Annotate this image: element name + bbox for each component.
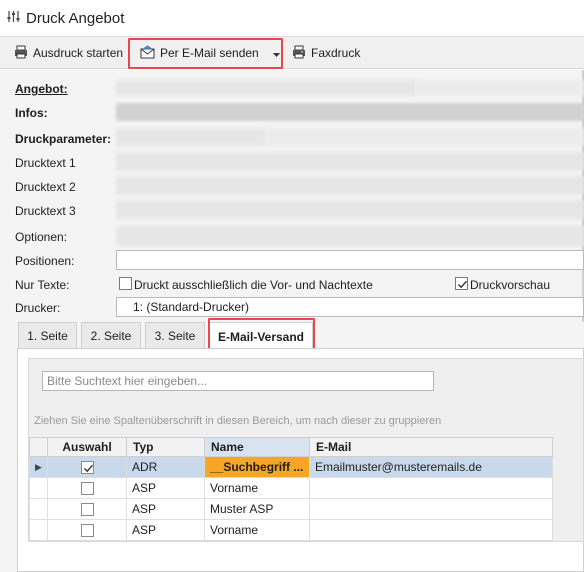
druckparameter-label: Druckparameter: (15, 132, 112, 146)
column-header-typ[interactable]: Typ (126, 437, 205, 457)
recipient-grid: Auswahl Typ Name E-Mail ▶ ADR __Suchbegr… (29, 437, 553, 541)
drucktext1-value-redacted[interactable] (116, 152, 584, 171)
tab-seite-2[interactable]: 2. Seite (81, 322, 141, 349)
sliders-icon (7, 10, 20, 26)
column-header-name[interactable]: Name (204, 437, 310, 457)
column-header-auswahl[interactable]: Auswahl (47, 437, 127, 457)
infos-label: Infos: (15, 106, 48, 120)
row-indicator (29, 519, 48, 541)
optionen-value-redacted[interactable] (116, 226, 584, 246)
nur-texte-checkbox-label: Druckt ausschließlich die Vor- und Nacht… (134, 278, 373, 292)
name-cell[interactable]: Muster ASP (204, 498, 310, 520)
fax-icon (292, 45, 306, 62)
drucktext3-label: Drucktext 3 (15, 204, 76, 218)
table-row[interactable]: ASP Muster ASP (29, 498, 553, 520)
infos-value-redacted (116, 103, 584, 121)
checkmark-icon (83, 464, 93, 473)
toolbar: Ausdruck starten Per E-Mail senden Faxdr… (0, 37, 584, 69)
auswahl-checkbox[interactable] (80, 482, 94, 496)
fax-print-label: Faxdruck (311, 46, 361, 60)
email-cell[interactable] (309, 477, 553, 499)
typ-cell[interactable]: ASP (126, 519, 205, 541)
email-tab-highlight (208, 318, 315, 351)
group-panel-hint[interactable]: Ziehen Sie eine Spaltenüberschrift in di… (34, 415, 441, 427)
email-button-highlight (128, 38, 283, 69)
tab-seite-1[interactable]: 1. Seite (18, 322, 77, 349)
print-start-button[interactable]: Ausdruck starten (14, 37, 123, 69)
auswahl-checkbox[interactable] (80, 503, 94, 517)
window-title: Druck Angebot (26, 9, 125, 27)
auswahl-cell[interactable] (47, 498, 127, 520)
email-cell[interactable] (309, 519, 553, 541)
column-header-email[interactable]: E-Mail (309, 437, 553, 457)
auswahl-cell[interactable] (47, 519, 127, 541)
angebot-value-redacted (116, 80, 416, 96)
nur-texte-label: Nur Texte: (15, 278, 70, 292)
printer-icon (14, 45, 28, 62)
drucker-select[interactable]: 1: (Standard-Drucker) (116, 297, 584, 317)
auswahl-cell[interactable] (47, 477, 127, 499)
druckparameter-value-redacted (116, 128, 266, 146)
row-indicator (29, 498, 48, 520)
drucktext3-value-redacted[interactable] (116, 200, 584, 219)
auswahl-checkbox[interactable] (80, 461, 94, 475)
grid-search-input[interactable]: Bitte Suchtext hier eingeben... (42, 371, 434, 391)
table-row[interactable]: ▶ ADR __Suchbegriff ... Emailmuster@must… (29, 456, 553, 478)
table-row[interactable]: ASP Vorname (29, 477, 553, 499)
name-cell[interactable]: __Suchbegriff ... (204, 456, 310, 478)
typ-cell[interactable]: ADR (126, 456, 205, 478)
nur-texte-checkbox[interactable] (119, 277, 132, 290)
tab-seite-3[interactable]: 3. Seite (145, 322, 205, 349)
drucker-label: Drucker: (15, 301, 61, 315)
typ-cell[interactable]: ASP (126, 498, 205, 520)
auswahl-cell[interactable] (47, 456, 127, 478)
row-indicator-header (29, 437, 48, 457)
table-row[interactable]: ASP Vorname (29, 519, 553, 541)
row-indicator-arrow-icon: ▶ (29, 456, 48, 478)
drucktext2-value-redacted[interactable] (116, 176, 584, 195)
druckparameter-field-redacted (266, 128, 584, 146)
email-cell[interactable] (309, 498, 553, 520)
positionen-input[interactable] (116, 250, 584, 270)
druckvorschau-label: Druckvorschau (470, 278, 551, 292)
positionen-label: Positionen: (15, 254, 75, 268)
drucktext1-label: Drucktext 1 (15, 156, 76, 170)
checkmark-icon (458, 280, 468, 289)
row-indicator (29, 477, 48, 499)
name-cell[interactable]: Vorname (204, 519, 310, 541)
email-cell[interactable]: Emailmuster@musteremails.de (309, 456, 553, 478)
typ-cell[interactable]: ASP (126, 477, 205, 499)
angebot-value-redacted-2 (416, 80, 584, 96)
druckvorschau-checkbox[interactable] (455, 277, 468, 290)
name-cell[interactable]: Vorname (204, 477, 310, 499)
title-bar: Druck Angebot (0, 0, 584, 37)
print-start-label: Ausdruck starten (33, 46, 124, 60)
auswahl-checkbox[interactable] (80, 524, 94, 538)
drucktext2-label: Drucktext 2 (15, 180, 76, 194)
fax-print-button[interactable]: Faxdruck (292, 37, 360, 69)
angebot-label: Angebot: (15, 82, 68, 96)
optionen-label: Optionen: (15, 230, 68, 244)
